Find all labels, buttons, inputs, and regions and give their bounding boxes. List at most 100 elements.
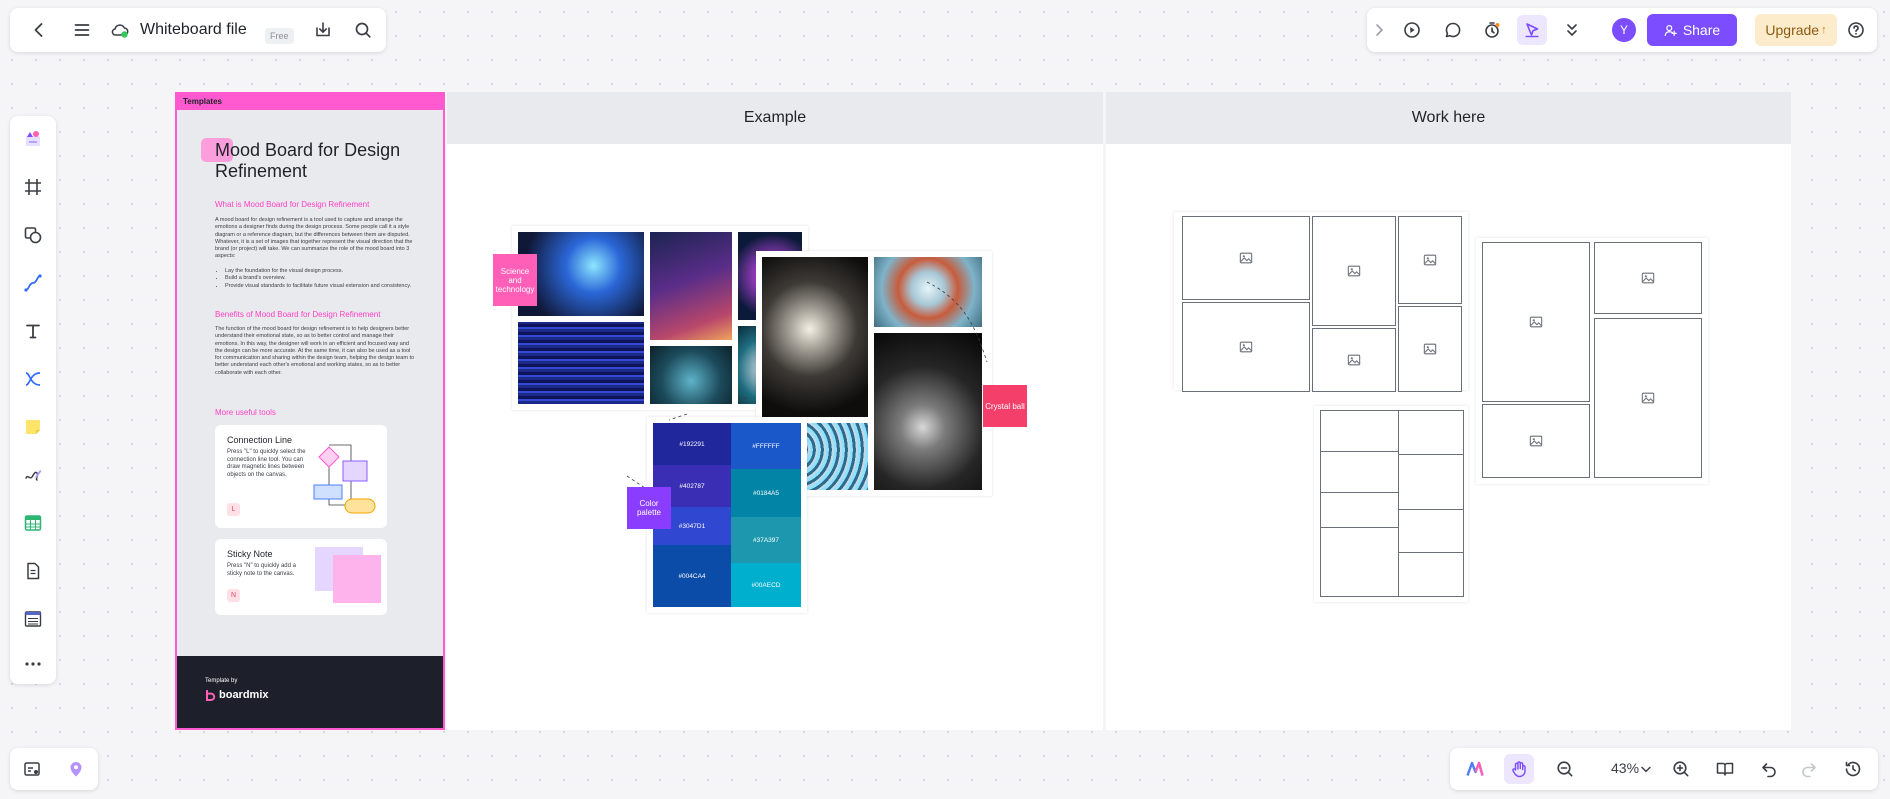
template-bullet-list: Lay the foundation for the visual design… <box>225 268 415 290</box>
double-chevron-down-icon[interactable] <box>1557 15 1587 45</box>
upgrade-button[interactable]: Upgrade ↑ <box>1755 14 1837 46</box>
image-icon <box>1641 272 1655 284</box>
history-icon[interactable] <box>1838 754 1868 784</box>
card-description: Press "L" to quickly select the connecti… <box>227 449 306 478</box>
template-heading-tools: More useful tools <box>215 408 276 417</box>
search-icon[interactable] <box>348 15 378 45</box>
image-placeholder[interactable] <box>1398 216 1462 304</box>
top-right-toolbar: Y Share Upgrade ↑ <box>1367 8 1877 52</box>
help-icon[interactable] <box>1841 15 1871 45</box>
palette-placeholder-cell[interactable] <box>1398 410 1464 456</box>
shortcut-key-badge: L <box>227 503 240 516</box>
boardmix-logo: boardmix <box>205 689 269 701</box>
menu-icon[interactable] <box>67 15 97 45</box>
sticky-illustration-front <box>333 555 381 603</box>
file-title[interactable]: Whiteboard file <box>140 21 247 39</box>
sticky-note-crystal[interactable]: Crystal ball <box>983 385 1027 427</box>
table-icon[interactable] <box>18 508 48 538</box>
cloud-saved-icon <box>108 15 132 45</box>
text-icon[interactable] <box>18 316 48 346</box>
minimap-icon[interactable] <box>17 754 47 784</box>
top-left-toolbar: Whiteboard file Free <box>10 8 386 52</box>
example-frame[interactable]: Example #192291 #402787 #3047D1 #004CA4 … <box>447 92 1103 730</box>
palette-placeholder-cell[interactable] <box>1320 410 1400 453</box>
zoom-in-icon[interactable] <box>1666 754 1696 784</box>
palette-placeholder-cell[interactable] <box>1320 527 1400 597</box>
zoom-out-icon[interactable] <box>1550 754 1580 784</box>
sticky-note-icon[interactable] <box>18 412 48 442</box>
add-user-icon <box>1664 24 1677 36</box>
image-placeholder[interactable] <box>1312 216 1396 326</box>
template-heading-what: What is Mood Board for Design Refinement <box>215 200 370 209</box>
palette-placeholder-cell[interactable] <box>1320 492 1400 529</box>
image-icon <box>1347 354 1361 366</box>
upgrade-label: Upgrade <box>1765 22 1820 38</box>
download-icon[interactable] <box>308 15 338 45</box>
image-icon <box>1347 265 1361 277</box>
sticky-note-science[interactable]: Science and technology <box>493 254 537 306</box>
palette-placeholder-cell[interactable] <box>1320 451 1400 494</box>
image-placeholder[interactable] <box>1312 328 1396 392</box>
draw-icon[interactable] <box>18 460 48 490</box>
image-icon <box>1529 435 1543 447</box>
template-strip-label: Templates <box>177 94 443 110</box>
image-icon <box>1239 252 1253 264</box>
more-icon[interactable] <box>18 652 48 676</box>
undo-icon[interactable] <box>1754 754 1784 784</box>
chevron-right-icon[interactable] <box>1369 15 1389 45</box>
connection-line-card[interactable]: Connection Line Press "L" to quickly sel… <box>215 425 387 528</box>
image-placeholder[interactable] <box>1398 306 1462 392</box>
card-title: Connection Line <box>227 435 293 445</box>
template-by-label: Template by <box>205 678 238 684</box>
template-bullet: Lay the foundation for the visual design… <box>225 268 415 275</box>
pen-curve-icon[interactable] <box>18 268 48 298</box>
sticky-note-card[interactable]: Sticky Note Press "N" to quickly add a s… <box>215 539 387 615</box>
palette-placeholder-cell[interactable] <box>1398 509 1464 554</box>
user-avatar[interactable]: Y <box>1612 18 1636 42</box>
comment-icon[interactable] <box>1438 15 1468 45</box>
image-icon <box>1423 254 1437 266</box>
share-button[interactable]: Share <box>1647 14 1737 46</box>
image-icon <box>1239 341 1253 353</box>
redo-icon[interactable] <box>1794 754 1824 784</box>
boardmix-wordmark: boardmix <box>219 689 269 701</box>
whiteboard-canvas[interactable]: Templates Mood Board for Design Refineme… <box>175 92 1791 730</box>
palette-placeholder-cell[interactable] <box>1398 552 1464 597</box>
palette-placeholder-cell[interactable] <box>1398 454 1464 511</box>
shapes-icon[interactable] <box>18 220 48 250</box>
image-placeholder[interactable] <box>1182 302 1310 392</box>
share-label: Share <box>1682 22 1721 38</box>
sticky-note-color[interactable]: Color palette <box>627 487 671 529</box>
frame-icon[interactable] <box>18 172 48 202</box>
image-placeholder[interactable] <box>1594 318 1702 478</box>
list-icon[interactable] <box>18 604 48 634</box>
connector-icon[interactable] <box>18 364 48 394</box>
book-view-icon[interactable] <box>1710 754 1740 784</box>
image-placeholder[interactable] <box>1182 216 1310 300</box>
chevron-down-icon[interactable] <box>1638 754 1654 784</box>
template-info-panel[interactable]: Templates Mood Board for Design Refineme… <box>175 92 445 730</box>
image-placeholder[interactable] <box>1482 404 1590 478</box>
hand-pan-icon[interactable] <box>1504 754 1534 784</box>
cursor-follow-icon[interactable] <box>1517 15 1547 45</box>
work-frame[interactable]: Work here <box>1106 92 1791 730</box>
card-description: Press "N" to quickly add a sticky note t… <box>227 563 296 577</box>
ai-logo-icon[interactable] <box>1460 754 1490 784</box>
image-icon <box>1641 392 1655 404</box>
template-title: Mood Board for Design Refinement <box>215 140 401 181</box>
connection-line-illustration <box>313 444 376 514</box>
templates-icon[interactable] <box>18 124 48 154</box>
location-pin-icon[interactable] <box>61 754 91 784</box>
bottom-left-toolbar <box>10 748 98 790</box>
present-play-icon[interactable] <box>1397 15 1427 45</box>
plan-badge: Free <box>265 28 294 44</box>
document-icon[interactable] <box>18 556 48 586</box>
image-placeholder[interactable] <box>1594 242 1702 314</box>
boardmix-logo-icon <box>206 690 216 701</box>
template-bullet: Provide visual standards to facilitate f… <box>225 283 415 290</box>
zoom-level[interactable]: 43% <box>1611 760 1639 776</box>
image-placeholder[interactable] <box>1482 242 1590 402</box>
back-icon[interactable] <box>24 15 54 45</box>
timer-icon[interactable] <box>1477 15 1507 45</box>
card-title: Sticky Note <box>227 549 273 559</box>
